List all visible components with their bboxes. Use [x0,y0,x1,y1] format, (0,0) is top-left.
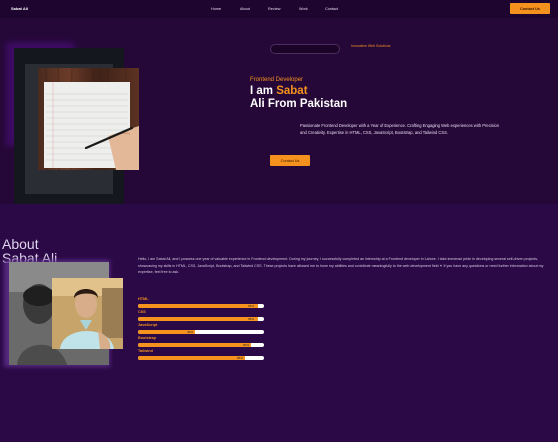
skill-label-html: HTML [138,297,149,301]
skill-fill [138,343,252,347]
skill-bar-css [138,317,264,321]
skill-fill [138,317,258,321]
hero-image [38,68,139,170]
hero-heading: I am Sabat Ali From Pakistan [250,85,347,110]
about-text: Hello, I am Sabat Ali, and I possess one… [138,257,544,274]
skill-bar-html [138,304,264,308]
skill-fill [138,304,258,308]
tagline-pill [270,44,340,54]
nav-link-about[interactable]: About [240,7,250,11]
nav-link-work[interactable]: Work [299,7,308,11]
hero-role: Frontend Developer [250,77,304,83]
brand-logo[interactable]: Sabat Ali [11,6,28,11]
hero-description: Passionate Frontend Developer with a Yea… [300,123,500,135]
nav-contact-button[interactable]: Contact Us [510,3,550,14]
skill-label-javascript: JavaScript [138,323,158,327]
hero-heading-name: Sabat [276,85,308,97]
skill-label-tailwind: Tailwind [138,349,153,353]
nav-link-contact[interactable]: Contact [325,7,338,11]
skill-fill [138,356,246,360]
skill-percent-javascript: 45% [187,330,194,334]
nav-link-review[interactable]: Review [268,7,280,11]
hero-heading-line2: Ali From Pakistan [250,97,348,110]
skill-label-css: CSS [138,310,146,314]
nav-link-home[interactable]: Home [211,7,221,11]
skill-percent-css: 95% [248,317,255,321]
hero-section: Innovative Web Solutions Frontend Develo… [0,18,558,204]
skill-bar-tailwind [138,356,264,360]
skill-percent-bootstrap: 90% [243,343,250,347]
hero-heading-prefix: I am [250,85,277,97]
navbar: Sabat Ali Home About Review Work Contact… [0,0,558,18]
about-section: About Sabat Ali Hello, I am Sabat Ali, a… [0,204,558,442]
skill-percent-html: 95% [248,304,255,308]
about-image [52,278,123,349]
hero-contact-button[interactable]: Contact Us [270,155,310,166]
skill-percent-tailwind: 85% [237,356,244,360]
skill-bar-javascript [138,330,264,334]
tagline-text: Innovative Web Solutions [351,44,391,48]
skill-label-bootstrap: Bootstrap [138,336,156,340]
